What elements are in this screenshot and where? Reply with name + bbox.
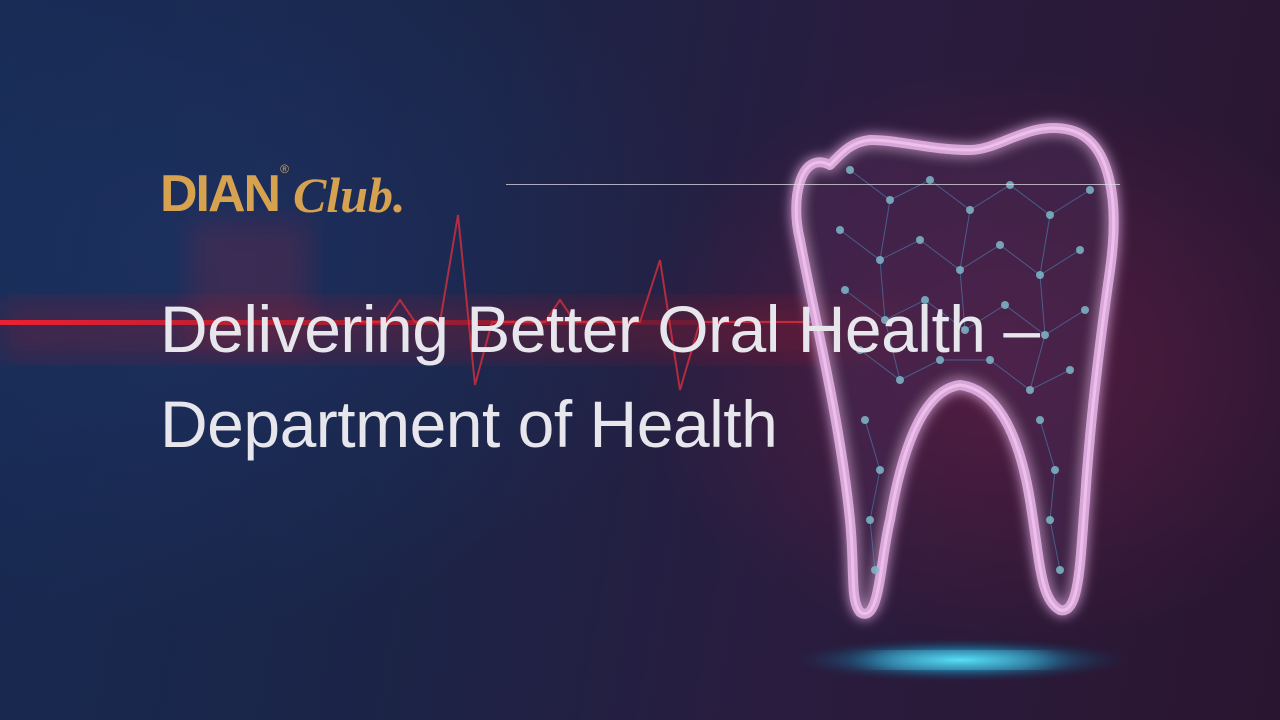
logo-suffix: Club.	[292, 167, 406, 223]
header-divider	[506, 184, 1120, 185]
dian-club-logo: DIAN ® Club.	[160, 150, 406, 220]
logo-brand: DIAN	[160, 165, 281, 223]
slide-canvas: DIAN ® Club. Delivering Better Oral Heal…	[0, 0, 1280, 720]
slide-title: Delivering Better Oral Health – Departme…	[160, 292, 1040, 461]
logo-registered-mark: ®	[280, 162, 289, 176]
